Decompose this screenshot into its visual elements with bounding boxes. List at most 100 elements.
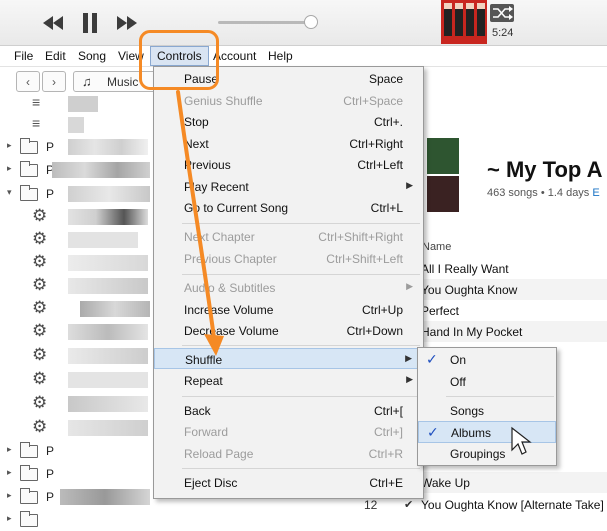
playlist-artwork (427, 176, 459, 212)
volume-slider-track[interactable] (218, 21, 314, 24)
menu-item-next-chapter: Next Chapter Ctrl+Shift+Right (154, 226, 423, 247)
volume-slider-knob[interactable] (304, 15, 318, 29)
menu-item-shortcut: Ctrl+R (368, 447, 403, 461)
submenu-item-albums[interactable]: ✓ Albums (418, 421, 556, 443)
sidebar-smart-playlist[interactable]: ⚙ (0, 393, 150, 415)
menu-file[interactable]: File (14, 49, 33, 63)
menu-item-label: Eject Disc (184, 476, 238, 490)
blurred-label (68, 348, 148, 364)
menu-item-repeat[interactable]: Repeat ▶ (154, 370, 423, 391)
sidebar-playlist-row[interactable]: ≡ (0, 92, 150, 114)
menu-edit[interactable]: Edit (45, 49, 66, 63)
song-title: Wake Up (421, 476, 470, 490)
gear-icon: ⚙ (32, 252, 48, 271)
pause-icon[interactable] (78, 10, 102, 36)
song-title: Perfect (421, 304, 460, 318)
shuffle-icon[interactable] (490, 4, 514, 22)
menu-item-shortcut: Ctrl+] (373, 425, 403, 439)
menu-item-next[interactable]: Next Ctrl+Right (154, 133, 423, 154)
menu-help[interactable]: Help (268, 49, 293, 63)
sidebar-smart-playlist[interactable]: ⚙ (0, 275, 150, 297)
sidebar-smart-playlist[interactable]: ⚙ (0, 252, 150, 274)
blurred-label (68, 186, 150, 202)
music-note-icon: ♫ (82, 74, 92, 89)
playlist-icon: ≡ (32, 94, 41, 110)
shuffle-submenu: ✓ On Off Songs ✓ Albums Groupings (417, 347, 557, 466)
submenu-item-off[interactable]: Off (418, 371, 556, 393)
forward-button[interactable]: › (42, 71, 66, 92)
folder-icon (20, 465, 38, 481)
menu-item-label: Play Recent (184, 180, 249, 194)
expand-arrow-icon: ▸ (7, 444, 12, 454)
sidebar-folder-row[interactable]: ▸ P (0, 486, 150, 508)
submenu-item-label: Off (450, 375, 466, 389)
sidebar-folder-row[interactable]: ▾ P (0, 183, 150, 205)
gear-icon: ⚙ (32, 369, 48, 388)
menu-item-shortcut: Ctrl+Shift+Left (326, 252, 403, 266)
sidebar-smart-playlist[interactable]: ⚙ (0, 369, 150, 391)
sidebar-playlist-row[interactable]: ≡ (0, 113, 150, 135)
menu-item-label: Decrease Volume (184, 324, 279, 338)
menu-item-previous[interactable]: Previous Ctrl+Left (154, 154, 423, 175)
rewind-icon[interactable] (40, 10, 66, 36)
sidebar-folder-row[interactable]: ▸ P (0, 463, 150, 485)
album-thumbnail[interactable] (441, 0, 487, 44)
menu-separator (446, 396, 554, 397)
menu-item-shortcut: Ctrl+. (373, 115, 403, 129)
blurred-label (52, 162, 150, 178)
menu-item-stop[interactable]: Stop Ctrl+. (154, 111, 423, 132)
sidebar-folder-row[interactable]: ▸ P (0, 159, 150, 181)
sidebar-smart-playlist[interactable]: ⚙ (0, 321, 150, 343)
submenu-item-groupings[interactable]: Groupings (418, 443, 556, 465)
sidebar-folder-label: P (46, 140, 55, 154)
playback-time: 5:24 (492, 27, 514, 39)
gear-icon: ⚙ (32, 321, 48, 340)
menu-item-back[interactable]: Back Ctrl+[ (154, 400, 423, 421)
folder-icon (20, 161, 38, 177)
sidebar-folder-label: P (46, 467, 55, 481)
submenu-item-on[interactable]: ✓ On (418, 349, 556, 371)
menu-item-decrease-volume[interactable]: Decrease Volume Ctrl+Down (154, 320, 423, 341)
menu-item-previous-chapter: Previous Chapter Ctrl+Shift+Left (154, 248, 423, 269)
back-button[interactable]: ‹ (16, 71, 40, 92)
menu-separator (182, 274, 420, 275)
sidebar-folder-row[interactable]: ▸ P (0, 136, 150, 158)
menu-item-shortcut: Ctrl+Space (343, 94, 403, 108)
sidebar-smart-playlist[interactable]: ⚙ (0, 229, 150, 251)
blurred-label (60, 489, 150, 505)
menu-item-increase-volume[interactable]: Increase Volume Ctrl+Up (154, 299, 423, 320)
sidebar-folder-row[interactable]: ▸ (0, 509, 150, 531)
menu-item-label: Repeat (184, 374, 223, 388)
menu-item-play-recent[interactable]: Play Recent ▶ (154, 176, 423, 197)
menu-item-shuffle[interactable]: Shuffle ▶ (154, 348, 423, 369)
menu-separator (182, 468, 420, 469)
menu-item-go-to-current-song[interactable]: Go to Current Song Ctrl+L (154, 197, 423, 218)
menu-item-label: Shuffle (185, 353, 223, 367)
menu-item-label: Forward (184, 425, 229, 439)
menu-item-eject-disc[interactable]: Eject Disc Ctrl+E (154, 472, 423, 493)
submenu-item-songs[interactable]: Songs (418, 400, 556, 422)
sidebar-smart-playlist[interactable]: ⚙ (0, 417, 150, 439)
menu-song[interactable]: Song (78, 49, 106, 63)
fast-forward-icon[interactable] (114, 10, 140, 36)
expand-arrow-icon: ▸ (7, 513, 12, 523)
playlist-edit-link[interactable]: E (592, 187, 599, 199)
song-check-icon[interactable]: ✔ (404, 498, 413, 511)
sidebar-smart-playlist[interactable]: ⚙ (0, 206, 150, 228)
sidebar-folder-row[interactable]: ▸ P (0, 440, 150, 462)
gear-icon: ⚙ (32, 206, 48, 225)
collapse-arrow-icon: ▾ (7, 187, 12, 197)
column-header-name[interactable]: Name (422, 241, 451, 253)
expand-arrow-icon: ▸ (7, 467, 12, 477)
sidebar-smart-playlist[interactable]: ⚙ (0, 298, 150, 320)
menu-item-audio-subtitles: Audio & Subtitles ▶ (154, 277, 423, 298)
menu-account[interactable]: Account (213, 49, 256, 63)
highlight-callout (139, 30, 219, 90)
blurred-label (68, 96, 98, 112)
menu-separator (182, 396, 420, 397)
menu-item-label: Next (184, 137, 209, 151)
chevron-right-icon: › (52, 74, 56, 89)
sidebar-smart-playlist[interactable]: ⚙ (0, 345, 150, 367)
submenu-item-label: Songs (450, 404, 485, 418)
menu-item-label: Previous Chapter (184, 252, 277, 266)
